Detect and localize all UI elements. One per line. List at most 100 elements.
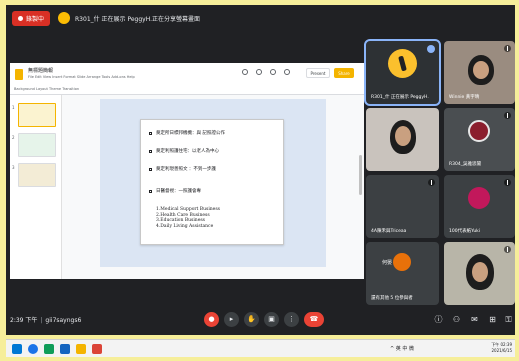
format-toolbar[interactable]: Background Layout Theme Transition [14,87,79,91]
share-button[interactable]: Share [334,68,354,78]
link-icon[interactable] [270,69,276,75]
participant-tile[interactable]: R301_什 正在展示 PeggyH. [364,39,441,106]
mic-off-icon: ● [208,315,215,323]
slide-text-box[interactable]: 奠定所日標邦機機：與 記照證公作 奠定利照護住宅：以老人為中心 奠定利現善照文 … [140,119,284,245]
more-options-button[interactable]: ⋮ [284,312,299,327]
participant-name: Winnie 黃宇晴 [449,95,480,100]
participant-tile[interactable]: 100代表紙Yuki [444,175,515,238]
mic-off-icon [504,179,511,186]
bullet-icon [149,167,152,171]
recording-label: 錄製中 [26,15,45,23]
more-participants-tile[interactable]: 何晏 還有其他 5 位參與者 [366,242,439,305]
slides-toolbar: 無標題簡報 File Edit View Insert Format Slide… [10,63,364,95]
avatar [468,187,490,209]
vertical-scrollbar[interactable] [359,155,362,195]
slide-thumbnail-1[interactable] [18,103,56,127]
slides-logo-icon [15,69,23,80]
meet-window: 錄製中 R301_什 正在展示 PeggyH.正在分享螢幕畫面 無標題簡報 Fi… [6,5,515,335]
bullet-item: 日醫督視：一照護會專 [149,188,201,194]
overlay-label: 何晏 [382,260,393,266]
bullet-text: 奠定利照護住宅：以老人為中心 [156,149,219,154]
grid-icon[interactable] [284,69,290,75]
raise-hand-button[interactable]: ✋ [244,312,259,327]
presenter-label: R301_什 正在展示 PeggyH.正在分享螢幕畫面 [75,15,201,23]
present-button[interactable]: Present [306,68,330,78]
participant-tile[interactable] [444,242,515,305]
slide-thumbnail-3[interactable] [18,163,56,187]
participant-tile[interactable] [366,108,439,171]
bullet-text: 日醫督視：一照護會專 [156,189,201,194]
bullet-item: 奠定所日標邦機機：與 記照證公作 [149,130,225,136]
sub-item: 1.Medical Support Business [156,207,220,212]
lock-icon: ⚿ [505,315,512,324]
folder-icon[interactable] [76,344,86,354]
host-controls-button[interactable]: ⚿ [504,315,513,324]
chat-button[interactable]: ✉ [470,315,479,324]
app-icon[interactable] [92,344,102,354]
mic-off-icon [504,45,511,52]
participant-face [395,126,411,146]
people-button[interactable]: ⚇ [452,315,461,324]
info-button[interactable]: ⓘ [434,315,443,324]
bullet-text: 奠定所日標邦機機：與 記照證公作 [156,131,225,136]
participant-name: R304_吳雅思聞 [449,162,481,167]
slide-thumbnail-2[interactable] [18,133,56,157]
start-icon[interactable] [12,344,22,354]
participant-tile[interactable]: 4A陳禾與Triceaa [366,175,439,238]
thumbnail-number: 1 [12,105,15,110]
app-icon[interactable] [44,344,54,354]
sub-item-list: 1.Medical Support Business 2.Health Care… [156,207,220,229]
app-icon[interactable] [60,344,70,354]
thumbnail-number: 2 [12,135,15,140]
bullet-item: 奠定利照護住宅：以老人為中心 [149,148,219,154]
taskbar-clock[interactable]: 下午 02:39 2021/6/15 [490,342,512,354]
leave-call-button[interactable]: ☎ [304,312,324,327]
record-dot-icon [18,15,23,21]
present-screen-button[interactable]: ▣ [264,312,279,327]
mic-off-icon [428,179,435,186]
meeting-time: 2:39 下午 [10,317,38,324]
doc-title[interactable]: 無標題簡報 [28,67,53,74]
mic-toggle-button[interactable]: ● [204,312,219,327]
participant-name: 還有其他 5 位參與者 [371,296,413,301]
meeting-code[interactable]: gii7sayngs6 [45,317,81,324]
hand-icon: ✋ [247,315,256,323]
present-icon: ▣ [268,315,275,323]
speaking-indicator-icon [427,45,435,53]
end-call-icon: ☎ [309,315,319,323]
activities-button[interactable]: ⊞ [488,315,497,324]
bullet-text: 奠定利現善照文 ：不到一步護 [156,167,216,172]
mic-off-icon [504,246,511,253]
current-slide[interactable]: 奠定所日標邦機機：與 記照證公作 奠定利照護住宅：以老人為中心 奠定利現善照文 … [100,99,326,267]
chrome-icon[interactable] [28,344,38,354]
participant-name: 100代表紙Yuki [449,229,481,234]
activities-icon: ⊞ [489,315,496,324]
participant-name: R301_什 正在展示 PeggyH. [371,95,429,100]
clock-date: 2021/6/15 [491,348,512,353]
bullet-item: 奠定利現善照文 ：不到一步護 [149,166,216,172]
thumbnail-number: 3 [12,165,15,170]
avatar [468,120,490,142]
avatar [388,49,417,78]
camera-icon: ▸ [229,315,234,323]
participant-tile[interactable]: Winnie 黃宇晴 [444,41,515,104]
bullet-icon [149,189,152,193]
comment-icon[interactable] [256,69,262,75]
shared-slides-window: 無標題簡報 File Edit View Insert Format Slide… [10,63,364,279]
menu-bar[interactable]: File Edit View Insert Format Slide Arran… [28,75,135,79]
slide-filmstrip: 1 2 3 [10,95,62,279]
top-banner: 錄製中 R301_什 正在展示 PeggyH.正在分享螢幕畫面 [6,5,515,31]
sub-item: 4.Daily Living Assistance [156,223,214,229]
participant-tile[interactable]: R304_吳雅思聞 [444,108,515,171]
camera-toggle-button[interactable]: ▸ [224,312,239,327]
bullet-icon [149,149,152,153]
mic-off-icon [504,112,511,119]
windows-taskbar: ^ 英 中 微 下午 02:39 2021/6/15 [6,339,515,357]
system-tray[interactable]: ^ 英 中 微 [390,345,414,352]
participant-face [473,61,489,79]
history-icon[interactable] [242,69,248,75]
info-icon: ⓘ [434,315,443,324]
meeting-controls-bar: 2:39 下午 | gii7sayngs6 ● ▸ ✋ ▣ ⋮ ☎ ⓘ ⚇ ✉ ⊞ … [6,305,515,335]
recording-badge[interactable]: 錄製中 [12,10,51,26]
presenter-chip[interactable]: R301_什 正在展示 PeggyH.正在分享螢幕畫面 [58,12,200,24]
